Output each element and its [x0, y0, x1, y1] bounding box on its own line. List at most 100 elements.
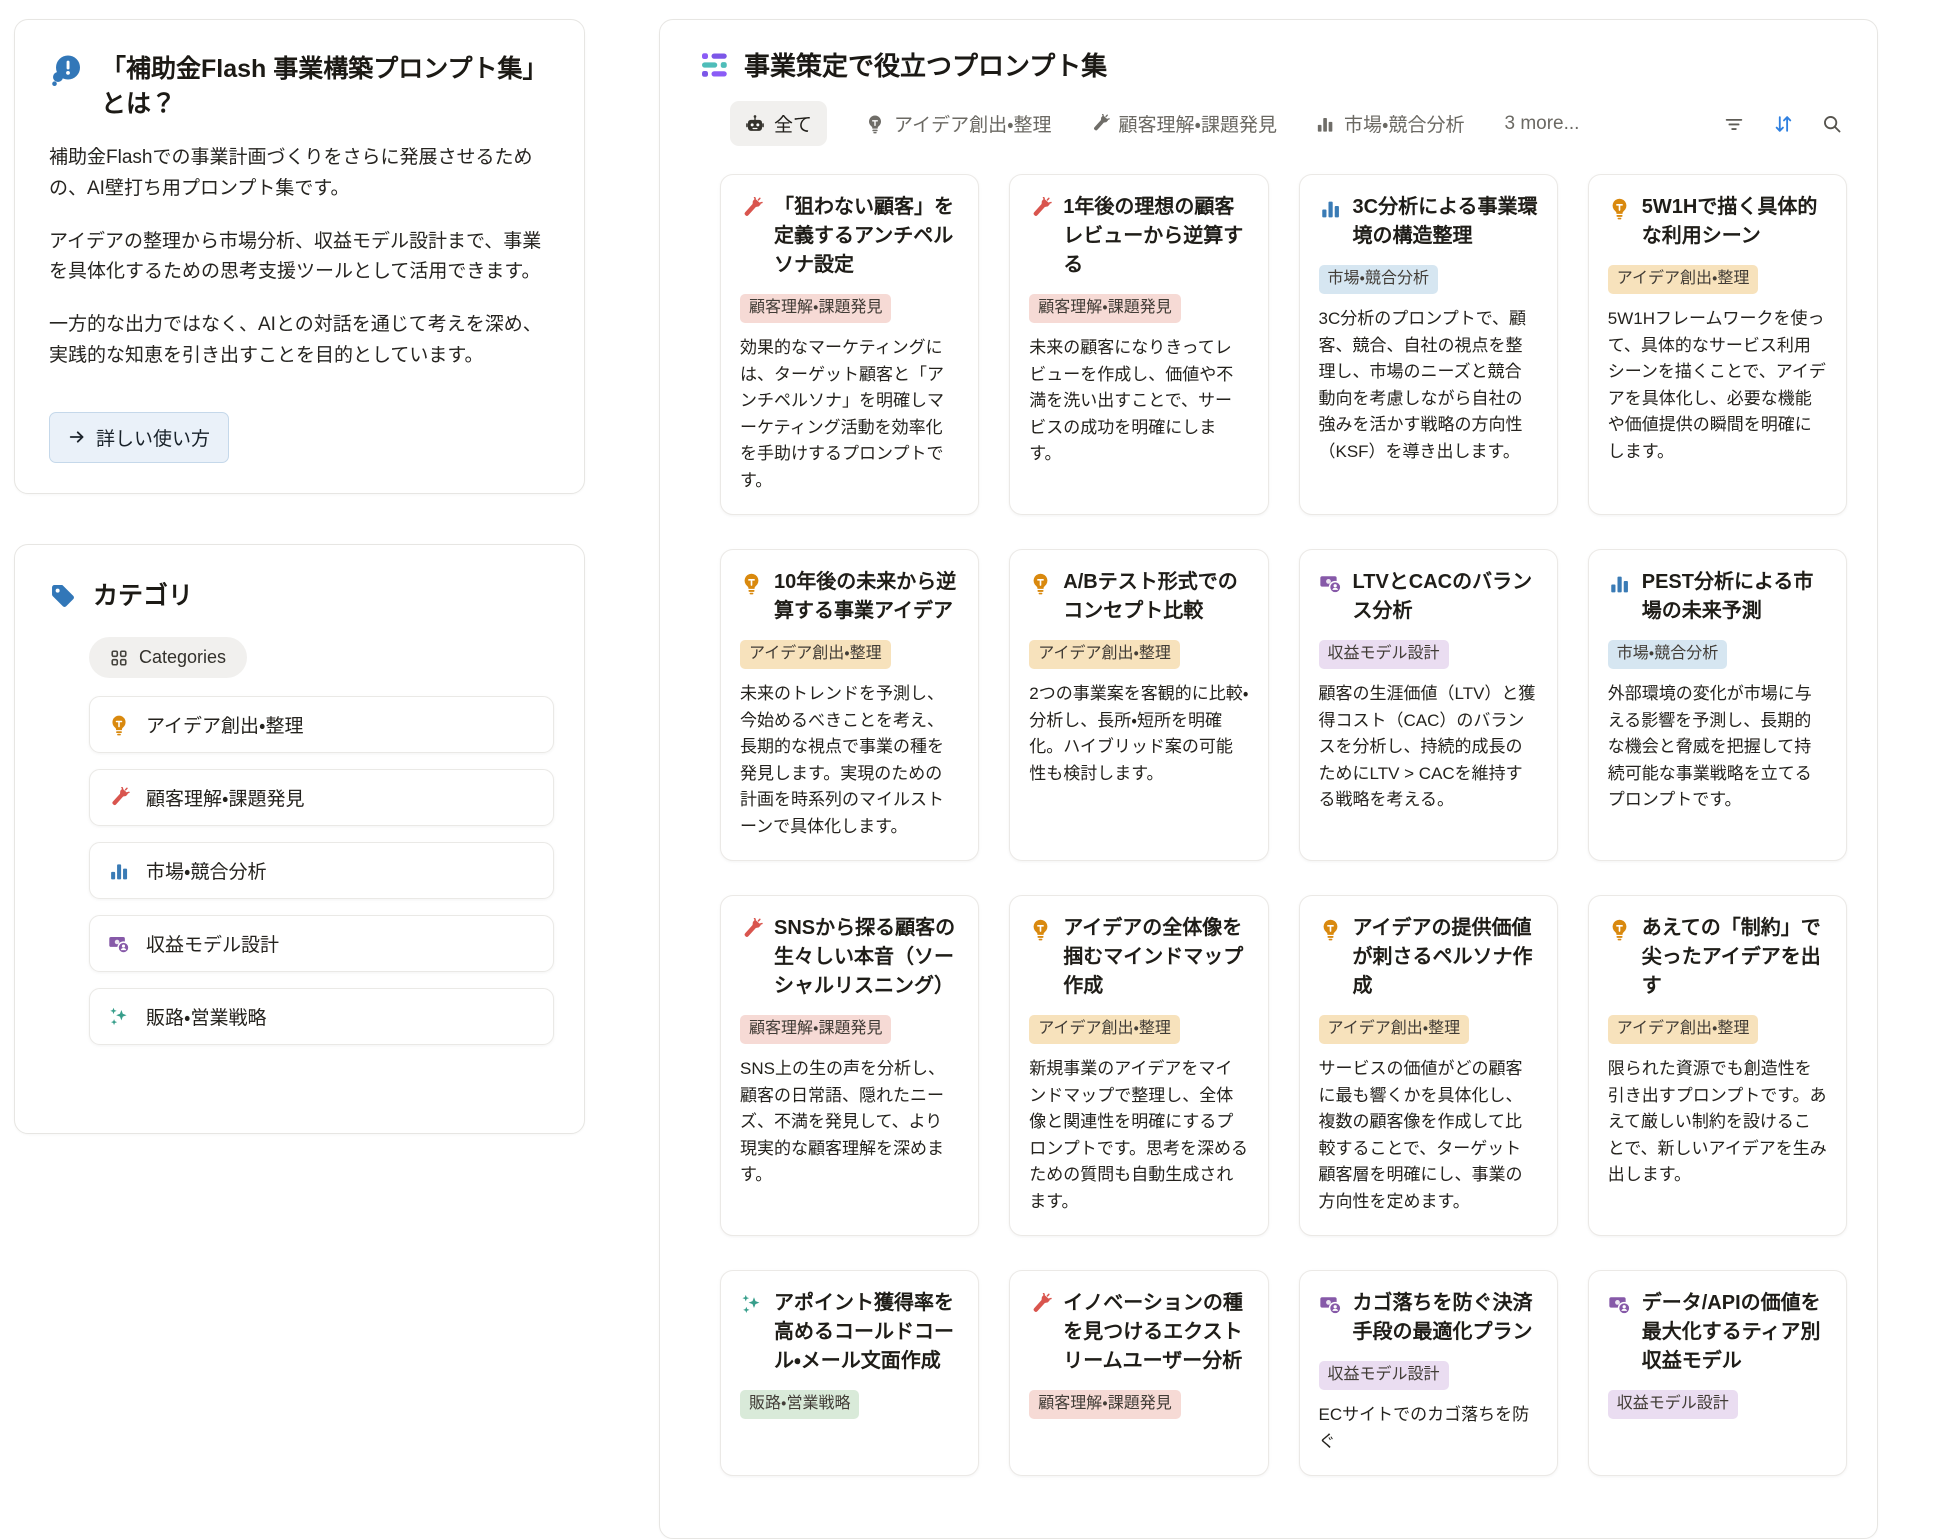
card-category-tag: 顧客理解・課題発見 [740, 1015, 892, 1045]
card-title: アイデアの全体像を掴むマインドマップ作成 [1063, 917, 1244, 998]
categories-pill-label: Categories [139, 647, 227, 668]
money-icon [1608, 1293, 1631, 1316]
card-title: 3C分析による事業環境の構造整理 [1352, 196, 1538, 247]
sort-icon[interactable] [1772, 113, 1794, 135]
gallery-card[interactable]: 10年後の未来から逆算する事業アイデア アイデア創出・整理 未来のトレンドを予測し、… [720, 549, 980, 862]
lightbulb-icon [1029, 918, 1052, 941]
category-item-label: アイデア創出・整理 [146, 716, 304, 738]
category-item[interactable]: 顧客理解・課題発見 [89, 769, 554, 827]
lightbulb-icon [1608, 918, 1631, 941]
gallery-card[interactable]: カゴ落ちを防ぐ決済手段の最適化プラン収益モデル設計 ECサイトでのカゴ落ちを防ぐ [1298, 1270, 1558, 1477]
info-callout-card: 「補助金Flash 事業構築プロンプト集」とは？ 補助金Flashでの事業計画づ… [14, 19, 585, 494]
category-item[interactable]: アイデア創出・整理 [89, 696, 554, 754]
card-title: LTVとCACのバランス分析 [1352, 571, 1533, 623]
sparkles-icon [108, 1006, 130, 1028]
card-category-tag: アイデア創出・整理 [740, 640, 891, 670]
lightbulb-icon [1608, 197, 1631, 220]
card-description: 新規事業のアイデアをマインドマップで整理し、全体像と関連性を明確にするプロンプト… [1029, 1059, 1249, 1211]
card-category-tag: 収益モデル設計 [1318, 1361, 1449, 1391]
lightbulb-icon [108, 714, 130, 736]
tab-label: 顧客理解・課題発見 [1118, 115, 1277, 136]
flashlight-icon [1029, 197, 1052, 220]
gallery-card[interactable]: イノベーションの種を見つけるエクストリームユーザー分析 顧客理解・課題発見 [1009, 1270, 1269, 1477]
card-title: アポイント獲得率を高めるコールドコール・メール文面作成 [774, 1292, 954, 1373]
category-item[interactable]: 市場・競合分析 [89, 842, 554, 900]
info-paragraph: 一方的な出力ではなく、AIとの対話を通じて考えを深め、実践的な知恵を引き出すこと… [49, 314, 542, 366]
card-description: 外部環境の変化が市場に与える影響を予測し、長期的な機会と脅威を把握して持続可能な… [1607, 684, 1812, 810]
category-item[interactable]: 販路・営業戦略 [89, 988, 554, 1046]
tab-bar: 全て アイデア創出・整理 顧客理解・課題発見 市場・競合分析 3 more... [730, 101, 1843, 146]
flashlight-icon [740, 197, 763, 220]
gallery-title: 事業策定で役立つプロンプト集 [744, 51, 1108, 81]
gallery-card[interactable]: アポイント獲得率を高めるコールドコール・メール文面作成 販路・営業戦略 [720, 1270, 980, 1477]
gallery-card[interactable]: LTVとCACのバランス分析収益モデル設計顧客の生涯価値（LTV）と獲得コスト（… [1298, 549, 1558, 862]
flashlight-icon [740, 918, 763, 941]
money-icon [108, 933, 130, 955]
category-item-label: 市場・競合分析 [146, 862, 267, 884]
categories-title: カテゴリ [93, 581, 194, 610]
card-category-tag: アイデア創出・整理 [1029, 1015, 1180, 1045]
gallery-card[interactable]: 3C分析による事業環境の構造整理 市場・競合分析 3C分析のプロンプトで、顧客、競合… [1298, 174, 1558, 516]
thought-bubble-alert-icon [49, 54, 83, 88]
card-category-tag: 収益モデル設計 [1318, 640, 1449, 670]
search-icon[interactable] [1821, 113, 1843, 135]
tab-アイデア創出・整理[interactable]: アイデア創出・整理 [865, 110, 1052, 137]
card-title: アイデアの提供価値が刺さるペルソナ作成 [1352, 917, 1533, 998]
lightbulb-icon [865, 114, 885, 134]
left-sidebar: 「補助金Flash 事業構築プロンプト集」とは？ 補助金Flashでの事業計画づ… [14, 19, 585, 1135]
more-tabs-link[interactable]: 3 more... [1504, 113, 1579, 135]
card-category-tag: アイデア創出・整理 [1318, 1015, 1470, 1045]
sparkles-icon [740, 1293, 763, 1316]
gallery-card[interactable]: あえての「制約」で尖ったアイデアを出す アイデア創出・整理 限られた資源でも創造性を… [1587, 895, 1847, 1237]
gallery-card[interactable]: PEST分析による市場の未来予測市場・競合分析外部環境の変化が市場に与える影響を… [1587, 549, 1847, 862]
card-category-tag: 顧客理解・課題発見 [740, 294, 892, 323]
card-title: イノベーションの種を見つけるエクストリームユーザー分析 [1063, 1292, 1243, 1373]
card-description: ECサイトでのカゴ落ちを防ぐ [1318, 1405, 1530, 1451]
arrow-right-icon [68, 428, 86, 446]
tab-市場・競合分析[interactable]: 市場・競合分析 [1315, 110, 1464, 137]
categories-card: カテゴリ Categories アイデア創出・整理 顧客理解・課題発見 市場・競合分… [14, 543, 585, 1135]
card-description: 顧客の生涯価値（LTV）と獲得コスト（CAC）のバランスを分析し、持続的成長のた… [1318, 684, 1536, 810]
flashlight-icon [1090, 113, 1110, 134]
card-title: データ/APIの価値を最大化するティア別収益モデル [1641, 1292, 1821, 1373]
card-title: 10年後の未来から逆算する事業アイデア [774, 571, 957, 623]
category-item[interactable]: 収益モデル設計 [89, 915, 554, 973]
tab-全て[interactable]: 全て [730, 101, 828, 146]
money-icon [1319, 1293, 1342, 1316]
money-icon [1319, 572, 1342, 595]
lightbulb-icon [1319, 918, 1342, 941]
lightbulb-icon [1029, 572, 1052, 595]
gallery-card[interactable]: アイデアの全体像を掴むマインドマップ作成アイデア創出・整理新規事業のアイデアをマ… [1009, 895, 1269, 1237]
category-item-label: 顧客理解・課題発見 [146, 789, 305, 811]
grid-icon [110, 649, 128, 667]
info-paragraph: アイデアの整理から市場分析、収益モデル設計まで、事業を具体化するための思考支援ツ… [49, 230, 542, 283]
card-title: A/Bテスト形式でのコンセプト比較 [1063, 571, 1238, 623]
card-description: 5W1Hフレームワークを使って、具体的なサービス利用シーンを描くことで、アイデア… [1607, 309, 1826, 461]
gallery-view-icon [700, 50, 730, 80]
card-title: 「狙わない顧客」を定義するアンチペルソナ設定 [774, 196, 954, 276]
page: 「補助金Flash 事業構築プロンプト集」とは？ 補助金Flashでの事業計画づ… [0, 0, 1950, 1539]
bar-chart-icon [1315, 114, 1335, 134]
categories-view-pill[interactable]: Categories [89, 637, 248, 679]
card-category-tag: 市場・競合分析 [1607, 640, 1728, 670]
card-title: カゴ落ちを防ぐ決済手段の最適化プラン [1352, 1292, 1533, 1344]
gallery-card[interactable]: 5W1Hで描く具体的な利用シーン アイデア創出・整理 5W1Hフレームワークを使って… [1587, 174, 1847, 516]
gallery-card[interactable]: 1年後の理想の顧客レビューから逆算する 顧客理解・課題発見 未来の顧客になりきってレ… [1009, 174, 1269, 516]
card-category-tag: アイデア創出・整理 [1607, 265, 1759, 294]
card-description: 未来の顧客になりきってレビューを作成し、価値や不満を洗い出すことで、サービスの成… [1029, 338, 1234, 464]
flashlight-icon [1029, 1293, 1052, 1316]
gallery-card[interactable]: A/Bテスト形式でのコンセプト比較 アイデア創出・整理 2つの事業案を客観的に比較・… [1009, 549, 1269, 862]
tab-list: 全て アイデア創出・整理 顧客理解・課題発見 市場・競合分析 [730, 101, 1464, 146]
usage-guide-button[interactable]: 詳しい使い方 [49, 411, 230, 463]
card-category-tag: 顧客理解・課題発見 [1029, 294, 1181, 323]
tab-label: 市場・競合分析 [1344, 115, 1465, 136]
gallery-card[interactable]: SNSから探る顧客の生々しい本音（ソーシャルリスニング） 顧客理解・課題発見 SNS… [720, 895, 980, 1237]
gallery-card[interactable]: データ/APIの価値を最大化するティア別収益モデル 収益モデル設計 [1587, 1270, 1847, 1477]
filter-icon[interactable] [1723, 113, 1745, 135]
tab-顧客理解・課題発見[interactable]: 顧客理解・課題発見 [1090, 110, 1277, 137]
gallery-card[interactable]: アイデアの提供価値が刺さるペルソナ作成 アイデア創出・整理 サービスの価値がどの顧客… [1298, 895, 1558, 1237]
bar-chart-icon [1319, 197, 1342, 220]
robot-icon [745, 114, 765, 134]
card-title: PEST分析による市場の未来予測 [1641, 571, 1814, 623]
gallery-card[interactable]: 「狙わない顧客」を定義するアンチペルソナ設定 顧客理解・課題発見 効果的なマーケティ… [720, 174, 980, 516]
